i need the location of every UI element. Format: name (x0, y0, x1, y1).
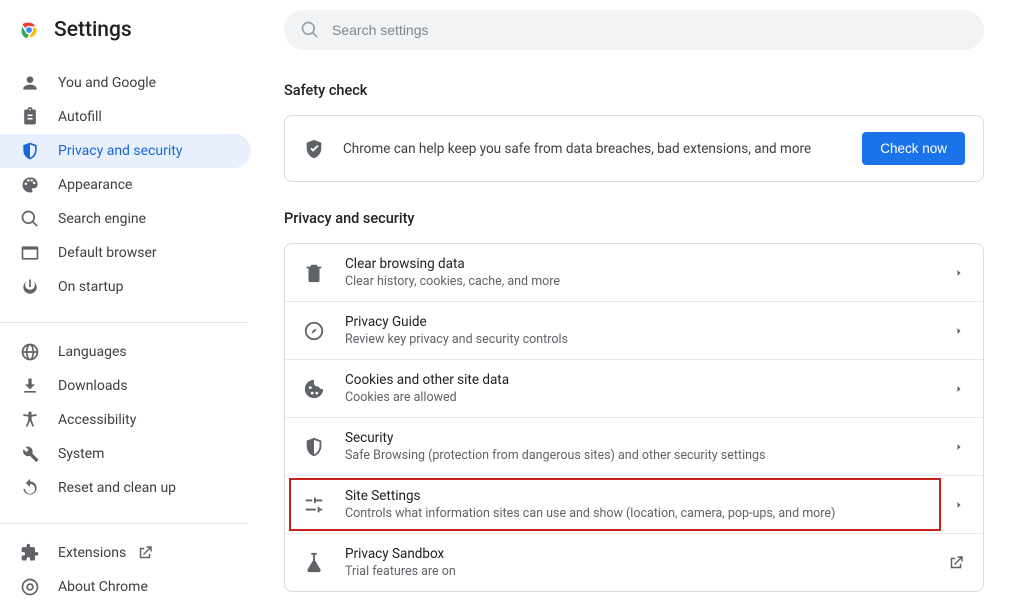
shield-icon (303, 436, 325, 458)
row-title: Privacy Guide (345, 314, 941, 330)
row-text: Privacy Guide Review key privacy and sec… (345, 314, 941, 347)
chevron-right-icon (953, 499, 965, 511)
chevron-right-icon (953, 383, 965, 395)
row-privacy-sandbox[interactable]: Privacy Sandbox Trial features are on (285, 533, 983, 591)
search-icon (300, 20, 320, 40)
row-clear-browsing-data[interactable]: Clear browsing data Clear history, cooki… (285, 244, 983, 301)
row-title: Cookies and other site data (345, 372, 941, 388)
chevron-right-icon (953, 325, 965, 337)
row-subtitle: Clear history, cookies, cache, and more (345, 274, 941, 289)
row-security[interactable]: Security Safe Browsing (protection from … (285, 417, 983, 475)
cookie-icon (303, 378, 325, 400)
row-title: Privacy Sandbox (345, 546, 935, 562)
privacy-list-card: Clear browsing data Clear history, cooki… (284, 243, 984, 592)
trash-icon (303, 262, 325, 284)
row-text: Site Settings Controls what information … (345, 488, 941, 521)
row-text: Clear browsing data Clear history, cooki… (345, 256, 941, 289)
row-title: Site Settings (345, 488, 941, 504)
row-text: Privacy Sandbox Trial features are on (345, 546, 935, 579)
row-subtitle: Cookies are allowed (345, 390, 941, 405)
chevron-right-icon (953, 267, 965, 279)
row-text: Security Safe Browsing (protection from … (345, 430, 941, 463)
chevron-right-icon (953, 441, 965, 453)
row-site-settings[interactable]: Site Settings Controls what information … (285, 475, 983, 533)
row-subtitle: Review key privacy and security controls (345, 332, 941, 347)
row-text: Cookies and other site data Cookies are … (345, 372, 941, 405)
search-input[interactable] (284, 10, 984, 50)
section-privacy-security: Privacy and security Clear browsing data… (284, 210, 984, 592)
search-wrap (284, 10, 984, 50)
row-subtitle: Trial features are on (345, 564, 935, 579)
row-cookies[interactable]: Cookies and other site data Cookies are … (285, 359, 983, 417)
sliders-icon (303, 494, 325, 516)
row-title: Security (345, 430, 941, 446)
row-title: Clear browsing data (345, 256, 941, 272)
flask-icon (303, 552, 325, 574)
row-subtitle: Controls what information sites can use … (345, 506, 941, 521)
row-privacy-guide[interactable]: Privacy Guide Review key privacy and sec… (285, 301, 983, 359)
external-link-icon (947, 554, 965, 572)
row-subtitle: Safe Browsing (protection from dangerous… (345, 448, 941, 463)
compass-icon (303, 320, 325, 342)
